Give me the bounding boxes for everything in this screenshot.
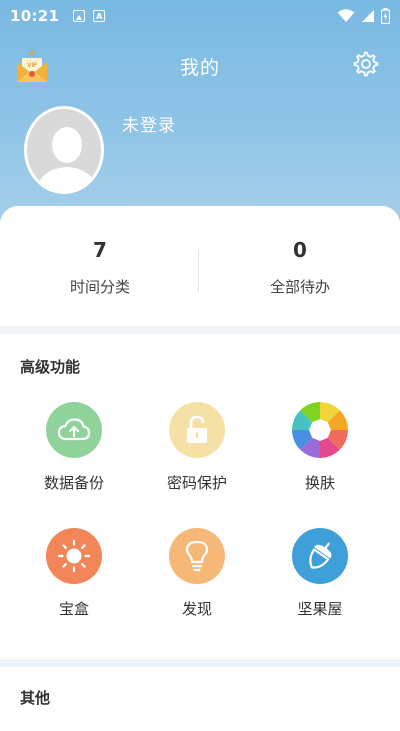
stat-value: 0 <box>293 238 307 262</box>
feature-password-protection[interactable]: 密码保护 <box>142 402 252 493</box>
sun-icon <box>46 528 102 584</box>
image-notification-icon <box>73 10 86 22</box>
lightbulb-icon <box>169 528 225 584</box>
feature-label: 坚果屋 <box>297 600 343 618</box>
battery-icon <box>381 8 390 24</box>
feature-discover[interactable]: 发现 <box>142 528 252 619</box>
feature-label: 换肤 <box>304 474 335 492</box>
cloud-upload-icon <box>46 402 102 458</box>
svg-text:VIP: VIP <box>27 62 37 69</box>
stat-label: 时间分类 <box>69 278 130 296</box>
feature-label: 发现 <box>181 600 212 618</box>
stat-time-categories[interactable]: 7 时间分类 <box>0 238 200 297</box>
vip-icon[interactable]: VIP <box>14 48 50 84</box>
status-bar: 10:21 A <box>0 0 400 32</box>
wifi-icon <box>337 9 355 22</box>
acorn-icon <box>292 528 348 584</box>
text-notification-icon: A <box>93 10 106 22</box>
section-title: 高级功能 <box>20 358 81 376</box>
feature-label: 宝盒 <box>58 600 89 618</box>
status-time: 10:21 <box>10 7 60 25</box>
feature-treasure-box[interactable]: 宝盒 <box>19 528 129 619</box>
cell-signal-icon <box>362 10 374 22</box>
feature-data-backup[interactable]: 数据备份 <box>19 402 129 493</box>
feature-nut-house[interactable]: 坚果屋 <box>265 528 375 619</box>
title-bar: VIP 我的 <box>0 44 400 88</box>
gear-icon[interactable] <box>352 50 380 78</box>
lock-icon <box>169 402 225 458</box>
section-title: 其他 <box>20 689 51 707</box>
stat-divider <box>198 250 199 292</box>
avatar[interactable] <box>24 106 104 194</box>
feature-label: 密码保护 <box>166 474 227 492</box>
page-title: 我的 <box>179 56 220 79</box>
stats-card: 7 时间分类 0 全部待办 <box>0 206 400 326</box>
login-prompt[interactable]: 未登录 <box>122 111 176 136</box>
stat-value: 7 <box>93 238 107 262</box>
feature-label: 数据备份 <box>43 474 104 492</box>
color-wheel-icon <box>292 402 348 458</box>
advanced-features-section: 高级功能 数据备份 密码保护 换肤 宝盒 发现 坚果屋 <box>0 334 400 659</box>
stat-label: 全部待办 <box>269 278 330 296</box>
other-section: 其他 <box>0 667 400 731</box>
feature-change-skin[interactable]: 换肤 <box>265 402 375 493</box>
stat-all-todos[interactable]: 0 全部待办 <box>200 238 400 297</box>
